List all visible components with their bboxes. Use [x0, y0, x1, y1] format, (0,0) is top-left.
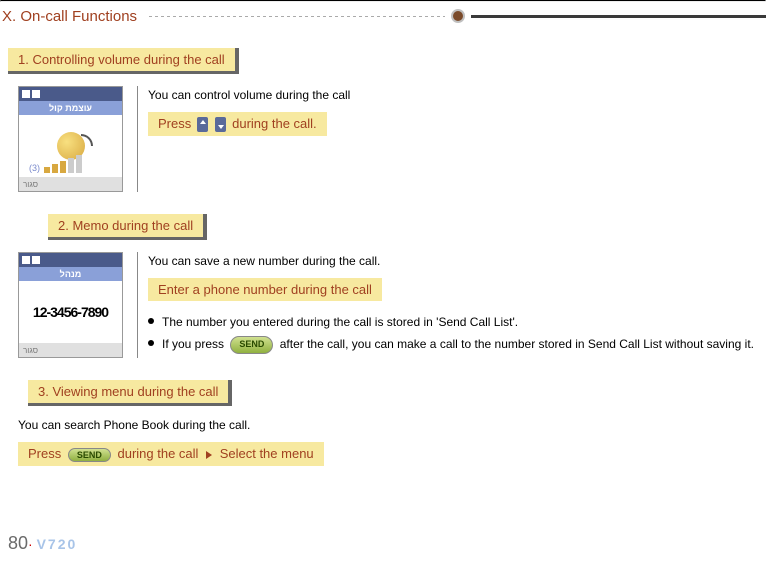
chapter-title: X. On-call Functions: [0, 4, 149, 29]
instruction-post: Select the menu: [220, 446, 314, 461]
section3-heading: 3. Viewing menu during the call: [28, 380, 232, 406]
section3-instruction: Press SEND during the call Select the me…: [18, 442, 324, 466]
volume-bars: (3): [29, 155, 82, 173]
volume-bar: [68, 158, 74, 173]
phone-softkey-bar: סגור: [19, 343, 122, 357]
section3-intro: You can search Phone Book during the cal…: [18, 418, 756, 432]
instruction-pre: Press: [158, 116, 191, 131]
page: X. On-call Functions 1. Controlling volu…: [0, 0, 766, 570]
instruction-mid: during the call: [118, 446, 199, 461]
bullet-post: after the call, you can make a call to t…: [280, 337, 754, 351]
volume-bar: [76, 155, 82, 173]
solid-line: [471, 15, 766, 18]
triangle-right-icon: [206, 451, 212, 459]
section2-bullets: The number you entered during the call i…: [148, 313, 756, 354]
volume-bar: [52, 164, 58, 173]
battery-icon: [32, 90, 40, 98]
vertical-divider: [137, 86, 138, 192]
volume-bar: [60, 161, 66, 173]
phone-mock-memo: מנהל 12-3456-7890 סגור: [18, 252, 123, 358]
instruction-post: during the call.: [232, 116, 317, 131]
phone-mock-volume: עוצמת קול (3) סגור: [18, 86, 123, 192]
signal-icon: [22, 256, 30, 264]
section1-row: עוצמת קול (3) סגור: [8, 82, 756, 196]
down-arrow-icon: [215, 117, 226, 132]
signal-icon: [22, 90, 30, 98]
footer: 80· V720: [8, 533, 77, 554]
section1-desc: You can control volume during the call P…: [148, 82, 756, 142]
dotted-line: [149, 16, 444, 17]
phone-title-bar: מנהל: [19, 267, 122, 281]
phone-title-bar: עוצמת קול: [19, 101, 122, 115]
section2-desc: You can save a new number during the cal…: [148, 248, 756, 360]
send-key-icon: SEND: [68, 448, 111, 462]
section2-heading: 2. Memo during the call: [48, 214, 207, 240]
volume-level-label: (3): [29, 163, 40, 173]
section2-row: מנהל 12-3456-7890 סגור You can save a ne…: [8, 248, 756, 362]
phone-body: 12-3456-7890: [19, 281, 122, 343]
bullet-item: The number you entered during the call i…: [148, 313, 756, 331]
phone-body: (3): [19, 115, 122, 177]
phone-softkey-bar: סגור: [19, 177, 122, 191]
phone-status-bar: [19, 87, 122, 101]
phone-softkey-left: סגור: [23, 180, 38, 189]
page-number: 80: [8, 533, 28, 553]
bullet-pre: If you press: [162, 337, 224, 351]
section1-intro: You can control volume during the call: [148, 88, 756, 102]
chapter-bar: X. On-call Functions: [0, 2, 766, 30]
section2-intro: You can save a new number during the cal…: [148, 254, 756, 268]
vertical-divider: [137, 252, 138, 358]
page-separator-icon: ·: [28, 536, 33, 552]
bullet-icon: [451, 9, 465, 23]
send-key-icon: SEND: [230, 336, 273, 354]
bullet-item: If you press SEND after the call, you ca…: [148, 335, 756, 354]
battery-icon: [32, 256, 40, 264]
volume-bar: [44, 167, 50, 173]
section2-instruction: Enter a phone number during the call: [148, 278, 382, 301]
model-name: V720: [37, 536, 78, 552]
phone-softkey-left: סגור: [23, 346, 38, 355]
content: 1. Controlling volume during the call עו…: [0, 30, 766, 472]
phone-status-bar: [19, 253, 122, 267]
phone-entered-number: 12-3456-7890: [33, 304, 108, 320]
up-arrow-icon: [197, 117, 208, 132]
instruction-pre: Press: [28, 446, 61, 461]
section1-heading: 1. Controlling volume during the call: [8, 48, 239, 74]
section1-instruction: Press during the call.: [148, 112, 327, 136]
